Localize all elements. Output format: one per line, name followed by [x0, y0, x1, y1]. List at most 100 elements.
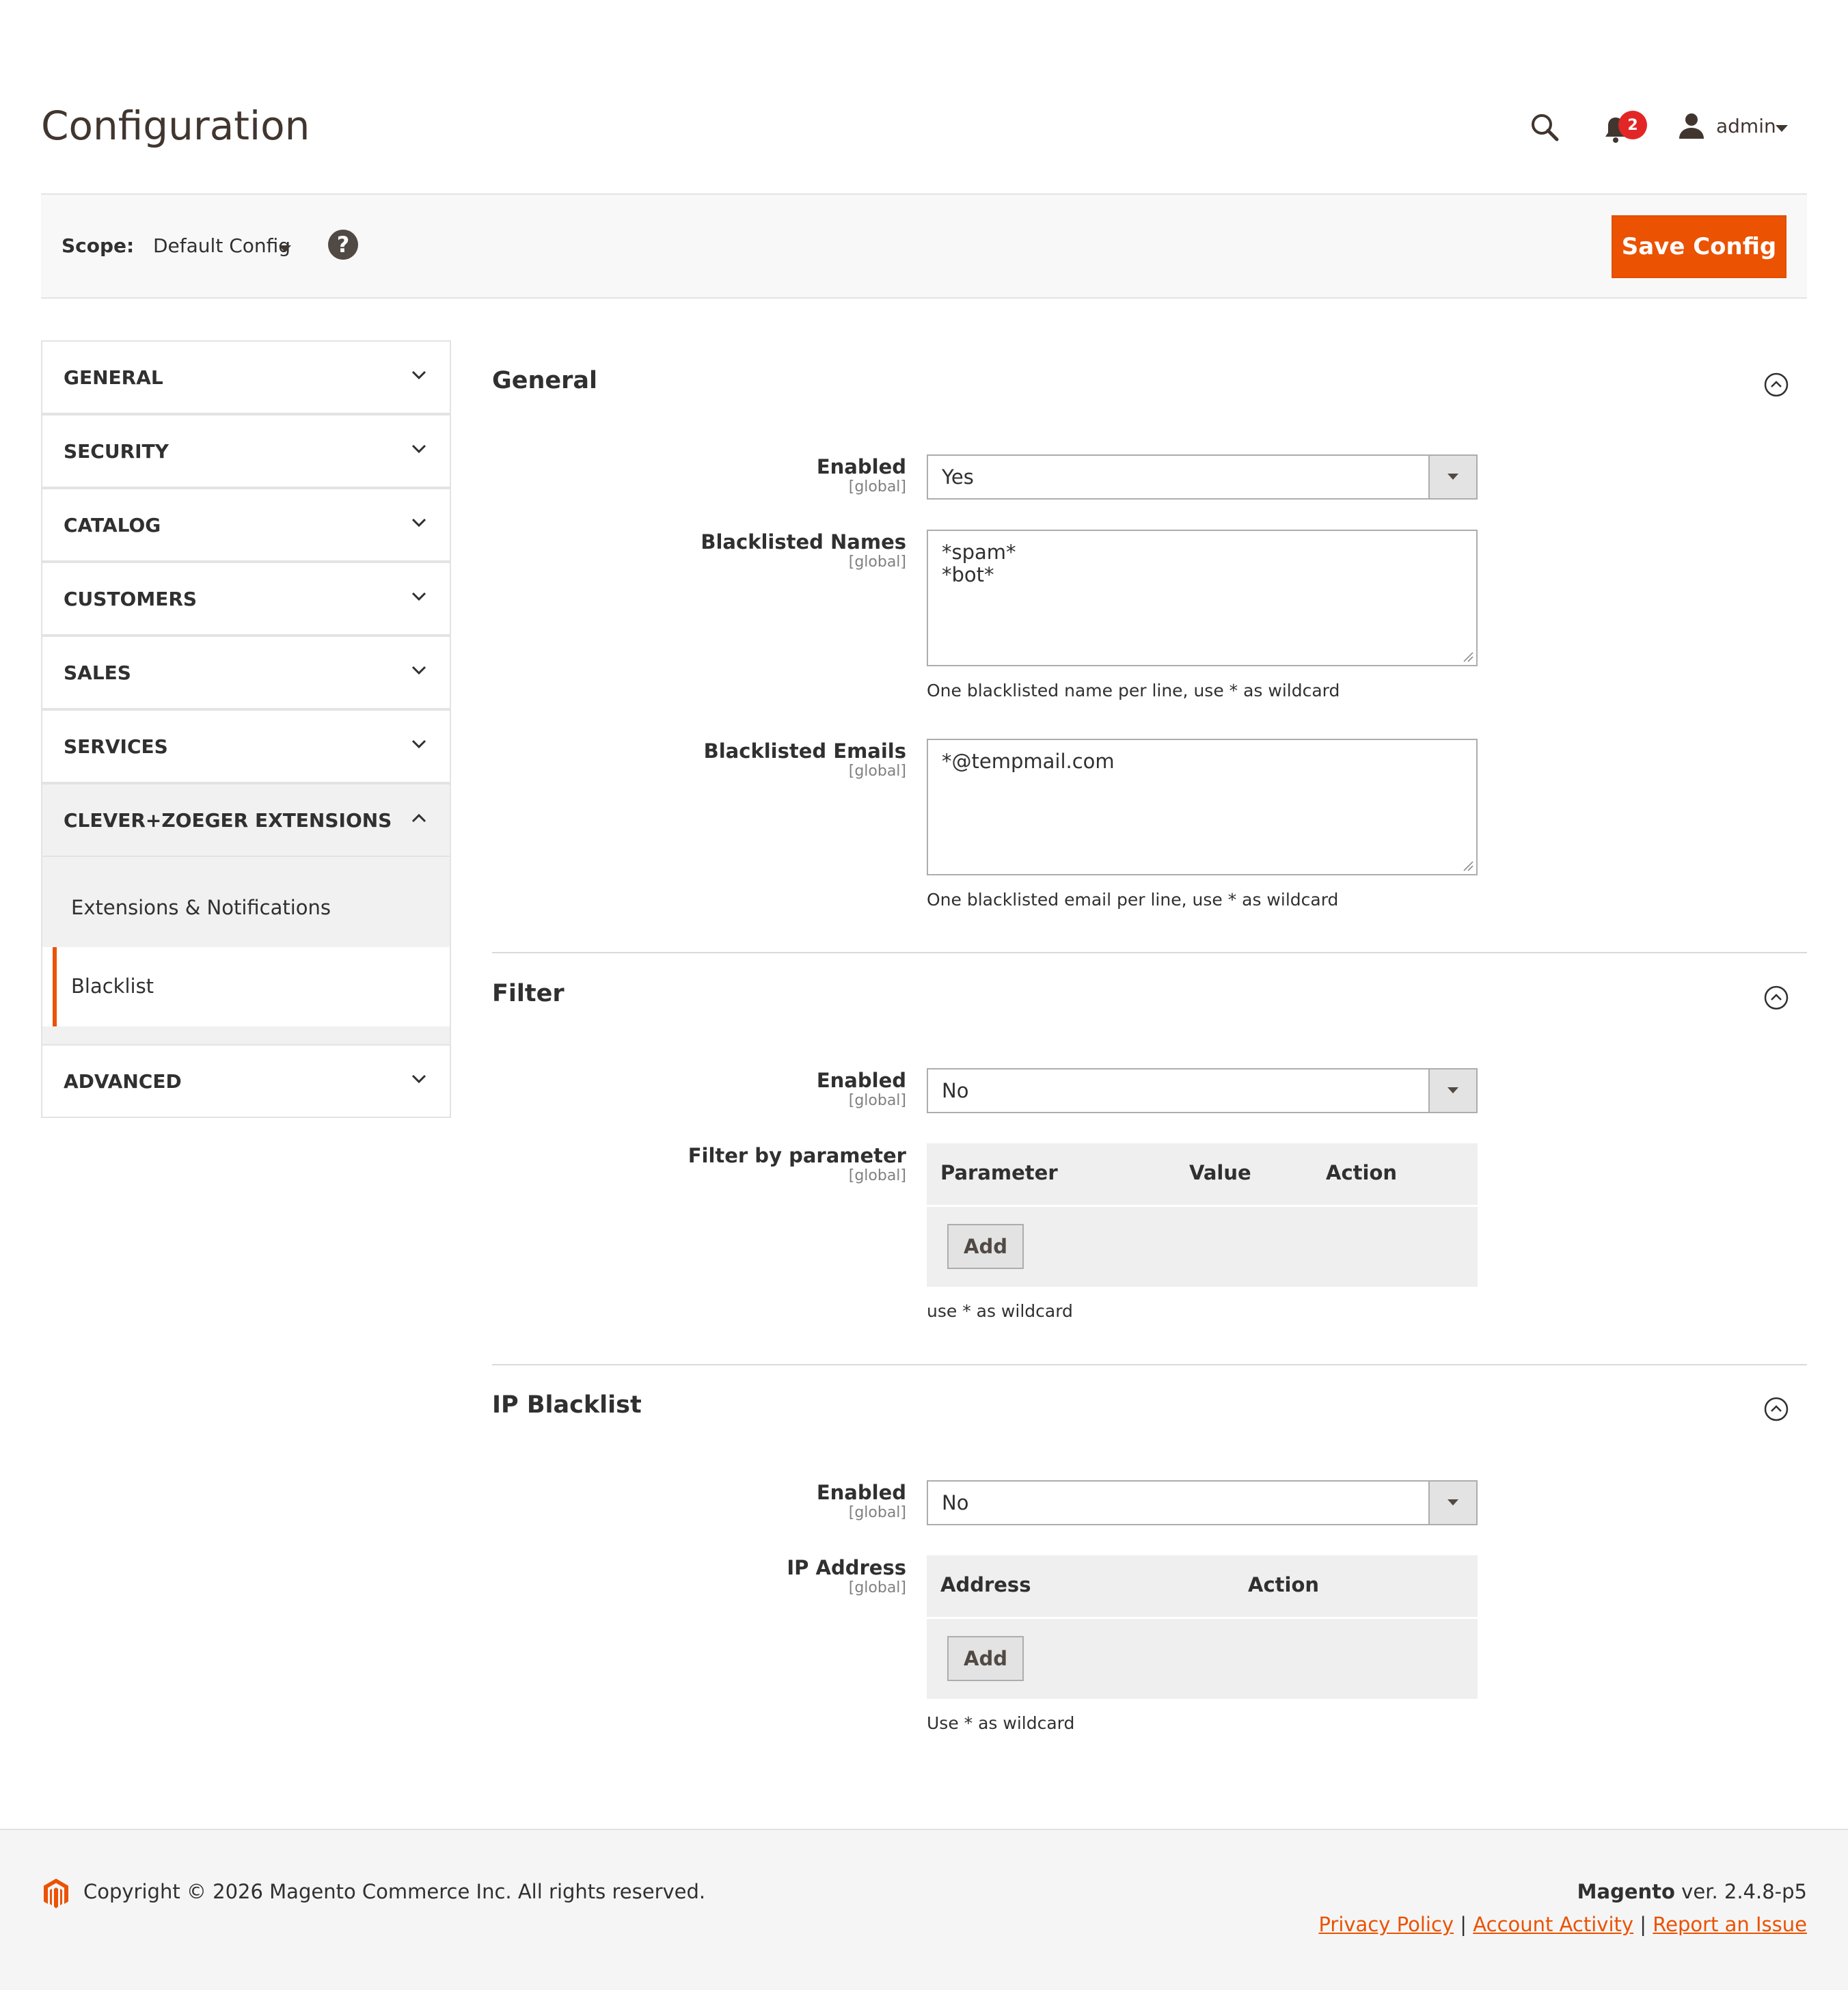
sidebar-item-label: SECURITY — [64, 439, 169, 463]
sidebar-subitem-label: Extensions & Notifications — [71, 896, 331, 919]
field-label-enabled: Enabled — [816, 455, 906, 478]
column-header-parameter: Parameter — [940, 1161, 1058, 1184]
field-scope-tag: [global] — [848, 763, 906, 780]
section-title-filter[interactable]: Filter — [492, 980, 565, 1007]
link-separator: | — [1640, 1913, 1647, 1936]
select-arrow-icon — [1428, 456, 1476, 498]
sidebar-item-label: ADVANCED — [64, 1069, 182, 1093]
chevron-down-icon — [411, 592, 426, 601]
sidebar-subitem-label: Blacklist — [71, 974, 154, 998]
chevron-down-icon[interactable] — [1776, 123, 1788, 136]
field-note: use * as wildcard — [927, 1301, 1073, 1321]
sidebar-item-label: CLEVER+ZOEGER EXTENSIONS — [64, 808, 392, 832]
field-scope-tag: [global] — [848, 1504, 906, 1521]
select-value: No — [942, 1079, 969, 1102]
select-value: Yes — [942, 465, 974, 489]
sidebar-item-advanced[interactable]: ADVANCED — [41, 1044, 451, 1118]
chevron-down-icon — [411, 444, 426, 454]
field-label-blacklisted-emails: Blacklisted Emails — [703, 739, 906, 763]
field-scope-tag: [global] — [848, 478, 906, 495]
section-divider — [492, 952, 1807, 953]
column-header-action: Action — [1326, 1161, 1398, 1184]
column-header-value: Value — [1189, 1161, 1251, 1184]
sidebar-item-label: CATALOG — [64, 513, 161, 536]
sidebar-subitem-extensions-notifications[interactable]: Extensions & Notifications — [41, 857, 451, 947]
sidebar-submenu-bottom — [41, 1026, 451, 1044]
privacy-policy-link[interactable]: Privacy Policy — [1318, 1913, 1454, 1936]
user-icon[interactable] — [1677, 111, 1706, 139]
save-config-button[interactable]: Save Config — [1612, 215, 1786, 278]
resize-grip-icon[interactable] — [1463, 651, 1473, 662]
add-ip-row-button[interactable]: Add — [947, 1636, 1024, 1681]
sidebar-subitem-blacklist[interactable]: Blacklist — [41, 947, 451, 1026]
resize-grip-icon[interactable] — [1463, 860, 1473, 871]
chevron-down-icon — [411, 370, 426, 380]
sidebar-item-security[interactable]: SECURITY — [41, 414, 451, 488]
field-note: Use * as wildcard — [927, 1713, 1075, 1733]
filter-enabled-select[interactable]: No — [927, 1068, 1478, 1113]
search-icon[interactable] — [1528, 111, 1561, 144]
notification-count-badge[interactable]: 2 — [1618, 111, 1647, 139]
magento-version: Magento ver. 2.4.8-p5 — [1577, 1880, 1807, 1903]
sidebar-item-catalog[interactable]: CATALOG — [41, 488, 451, 562]
sidebar-item-general[interactable]: GENERAL — [41, 340, 451, 414]
textarea-line: *@tempmail.com — [942, 750, 1115, 773]
sidebar-item-label: SERVICES — [64, 735, 168, 758]
copyright-text: Copyright © 2026 Magento Commerce Inc. A… — [83, 1880, 706, 1903]
grid-header: Parameter Value Action — [927, 1143, 1478, 1207]
field-label-enabled: Enabled — [816, 1481, 906, 1504]
help-icon[interactable]: ? — [328, 230, 358, 260]
section-title-general[interactable]: General — [492, 367, 597, 394]
section-divider — [492, 1364, 1807, 1365]
scope-switcher[interactable]: Default Config — [153, 234, 290, 257]
textarea-line: *spam* — [942, 541, 1016, 564]
field-scope-tag: [global] — [848, 1579, 906, 1596]
sidebar-item-label: SALES — [64, 661, 131, 684]
chevron-down-icon — [411, 739, 426, 749]
blacklisted-emails-textarea[interactable]: *@tempmail.com — [927, 739, 1478, 875]
add-filter-row-button[interactable]: Add — [947, 1224, 1024, 1269]
sidebar-item-services[interactable]: SERVICES — [41, 709, 451, 783]
chevron-down-icon — [411, 666, 426, 675]
version-text: ver. 2.4.8-p5 — [1674, 1880, 1807, 1903]
sidebar-item-customers[interactable]: CUSTOMERS — [41, 562, 451, 636]
blacklisted-names-textarea[interactable]: *spam* *bot* — [927, 530, 1478, 666]
ip-address-grid: Address Action Add — [927, 1555, 1478, 1699]
general-enabled-select[interactable]: Yes — [927, 454, 1478, 500]
collapse-section-icon[interactable] — [1763, 1396, 1789, 1422]
scope-label: Scope: — [62, 234, 135, 257]
field-note: One blacklisted name per line, use * as … — [927, 681, 1340, 700]
textarea-line: *bot* — [942, 563, 994, 586]
page-title: Configuration — [41, 103, 310, 149]
page-footer — [0, 1829, 1848, 1990]
report-issue-link[interactable]: Report an Issue — [1653, 1913, 1807, 1936]
filter-parameter-grid: Parameter Value Action Add — [927, 1143, 1478, 1287]
select-arrow-icon — [1428, 1482, 1476, 1524]
chevron-down-icon — [411, 1074, 426, 1084]
sidebar-item-clever-zoeger-extensions[interactable]: CLEVER+ZOEGER EXTENSIONS — [41, 783, 451, 857]
field-label-filter-by-parameter: Filter by parameter — [688, 1144, 906, 1167]
admin-user-menu[interactable]: admin — [1716, 115, 1776, 137]
magento-logo-icon — [44, 1879, 68, 1909]
field-label-blacklisted-names: Blacklisted Names — [701, 530, 906, 554]
field-scope-tag: [global] — [848, 554, 906, 571]
sidebar-item-label: GENERAL — [64, 366, 163, 389]
column-header-action: Action — [1248, 1573, 1320, 1596]
sidebar-item-sales[interactable]: SALES — [41, 636, 451, 709]
field-label-enabled: Enabled — [816, 1069, 906, 1092]
field-scope-tag: [global] — [848, 1092, 906, 1109]
scope-bar — [41, 193, 1807, 299]
collapse-section-icon[interactable] — [1763, 372, 1789, 398]
ip-enabled-select[interactable]: No — [927, 1480, 1478, 1525]
active-indicator — [53, 947, 57, 1026]
account-activity-link[interactable]: Account Activity — [1473, 1913, 1633, 1936]
select-value: No — [942, 1491, 969, 1514]
collapse-section-icon[interactable] — [1763, 985, 1789, 1011]
scope-dropdown-arrow-icon[interactable] — [279, 243, 291, 256]
section-title-ip-blacklist[interactable]: IP Blacklist — [492, 1391, 642, 1419]
chevron-down-icon — [411, 518, 426, 528]
link-separator: | — [1460, 1913, 1467, 1936]
sidebar-item-label: CUSTOMERS — [64, 587, 198, 610]
select-arrow-icon — [1428, 1069, 1476, 1112]
chevron-up-icon — [411, 813, 426, 823]
